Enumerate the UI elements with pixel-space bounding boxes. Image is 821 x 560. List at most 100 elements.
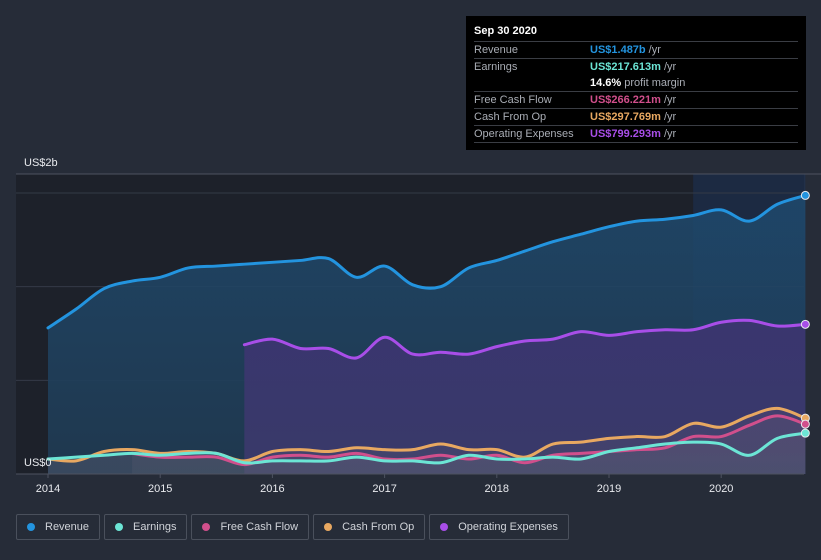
point-operating-expenses[interactable] xyxy=(294,342,306,354)
point-operating-expenses[interactable] xyxy=(631,326,643,338)
endpoint-revenue xyxy=(800,190,810,200)
point-operating-expenses[interactable] xyxy=(547,333,559,345)
point-earnings[interactable] xyxy=(687,436,699,448)
point-revenue[interactable] xyxy=(547,236,559,248)
point-revenue[interactable] xyxy=(182,262,194,274)
point-revenue[interactable] xyxy=(42,322,54,334)
point-operating-expenses[interactable] xyxy=(575,326,587,338)
point-earnings[interactable] xyxy=(210,447,222,459)
point-earnings[interactable] xyxy=(575,453,587,465)
point-revenue[interactable] xyxy=(603,221,615,233)
x-tick-label: 2019 xyxy=(597,483,621,495)
point-earnings[interactable] xyxy=(743,449,755,461)
point-revenue[interactable] xyxy=(379,260,391,272)
point-cash-from-op[interactable] xyxy=(575,436,587,448)
point-operating-expenses[interactable] xyxy=(715,316,727,328)
point-revenue[interactable] xyxy=(687,209,699,221)
point-earnings[interactable] xyxy=(435,457,447,469)
tooltip-label xyxy=(474,75,590,91)
point-revenue[interactable] xyxy=(491,254,503,266)
legend-label: Operating Expenses xyxy=(458,521,558,533)
point-revenue[interactable] xyxy=(743,215,755,227)
point-earnings[interactable] xyxy=(491,453,503,465)
legend-dot-icon xyxy=(27,523,35,531)
x-tick-label: 2014 xyxy=(36,483,60,495)
point-earnings[interactable] xyxy=(547,451,559,463)
point-operating-expenses[interactable] xyxy=(323,342,335,354)
point-operating-expenses[interactable] xyxy=(687,324,699,336)
tooltip-row-free-cash-flow: Free Cash Flow US$266.221m /yr xyxy=(474,92,798,109)
point-revenue[interactable] xyxy=(519,245,531,257)
point-earnings[interactable] xyxy=(631,442,643,454)
point-revenue[interactable] xyxy=(238,258,250,270)
tooltip-unit: /yr xyxy=(663,128,677,140)
point-earnings[interactable] xyxy=(70,451,82,463)
point-revenue[interactable] xyxy=(294,254,306,266)
point-cash-from-op[interactable] xyxy=(547,438,559,450)
y-tick-label-zero: US$0 xyxy=(24,457,52,469)
point-revenue[interactable] xyxy=(659,213,671,225)
point-revenue[interactable] xyxy=(435,281,447,293)
point-earnings[interactable] xyxy=(126,447,138,459)
point-revenue[interactable] xyxy=(154,271,166,283)
point-operating-expenses[interactable] xyxy=(771,320,783,332)
point-revenue[interactable] xyxy=(631,215,643,227)
point-revenue[interactable] xyxy=(210,260,222,272)
point-revenue[interactable] xyxy=(266,256,278,268)
point-revenue[interactable] xyxy=(771,198,783,210)
point-revenue[interactable] xyxy=(70,303,82,315)
point-revenue[interactable] xyxy=(575,228,587,240)
point-operating-expenses[interactable] xyxy=(519,335,531,347)
tooltip-row-profit-margin: 14.6% profit margin xyxy=(474,75,798,92)
point-revenue[interactable] xyxy=(407,279,419,291)
point-revenue[interactable] xyxy=(351,271,363,283)
point-cash-from-op[interactable] xyxy=(687,417,699,429)
point-earnings[interactable] xyxy=(154,449,166,461)
point-operating-expenses[interactable] xyxy=(266,333,278,345)
tooltip-value: US$297.769m xyxy=(590,111,661,123)
point-earnings[interactable] xyxy=(771,432,783,444)
point-revenue[interactable] xyxy=(126,275,138,287)
point-free-cash-flow[interactable] xyxy=(743,419,755,431)
point-operating-expenses[interactable] xyxy=(491,341,503,353)
point-earnings[interactable] xyxy=(323,455,335,467)
point-revenue[interactable] xyxy=(98,283,110,295)
point-operating-expenses[interactable] xyxy=(407,348,419,360)
point-operating-expenses[interactable] xyxy=(379,331,391,343)
tooltip-value: US$799.293m xyxy=(590,128,661,140)
point-operating-expenses[interactable] xyxy=(351,352,363,364)
legend-item-operating-expenses[interactable]: Operating Expenses xyxy=(429,514,569,540)
point-cash-from-op[interactable] xyxy=(603,432,615,444)
point-earnings[interactable] xyxy=(379,455,391,467)
point-operating-expenses[interactable] xyxy=(435,346,447,358)
point-earnings[interactable] xyxy=(659,438,671,450)
point-cash-from-op[interactable] xyxy=(435,438,447,450)
point-earnings[interactable] xyxy=(294,455,306,467)
point-earnings[interactable] xyxy=(519,453,531,465)
point-earnings[interactable] xyxy=(351,451,363,463)
point-operating-expenses[interactable] xyxy=(463,348,475,360)
point-free-cash-flow[interactable] xyxy=(771,410,783,422)
point-earnings[interactable] xyxy=(238,457,250,469)
legend-item-cash-from-op[interactable]: Cash From Op xyxy=(313,514,426,540)
point-earnings[interactable] xyxy=(407,455,419,467)
point-operating-expenses[interactable] xyxy=(603,329,615,341)
point-operating-expenses[interactable] xyxy=(743,314,755,326)
point-cash-from-op[interactable] xyxy=(631,431,643,443)
point-earnings[interactable] xyxy=(603,446,615,458)
point-earnings[interactable] xyxy=(182,447,194,459)
point-revenue[interactable] xyxy=(323,253,335,265)
point-revenue[interactable] xyxy=(463,262,475,274)
point-earnings[interactable] xyxy=(98,449,110,461)
legend-item-earnings[interactable]: Earnings xyxy=(104,514,188,540)
point-operating-expenses[interactable] xyxy=(238,339,250,351)
point-earnings[interactable] xyxy=(715,438,727,450)
legend-item-revenue[interactable]: Revenue xyxy=(16,514,101,540)
legend: Revenue Earnings Free Cash Flow Cash Fro… xyxy=(16,514,569,540)
legend-item-free-cash-flow[interactable]: Free Cash Flow xyxy=(191,514,310,540)
point-revenue[interactable] xyxy=(715,204,727,216)
point-operating-expenses[interactable] xyxy=(659,324,671,336)
point-earnings[interactable] xyxy=(463,449,475,461)
tooltip-unit: profit margin xyxy=(624,77,686,89)
point-earnings[interactable] xyxy=(266,455,278,467)
